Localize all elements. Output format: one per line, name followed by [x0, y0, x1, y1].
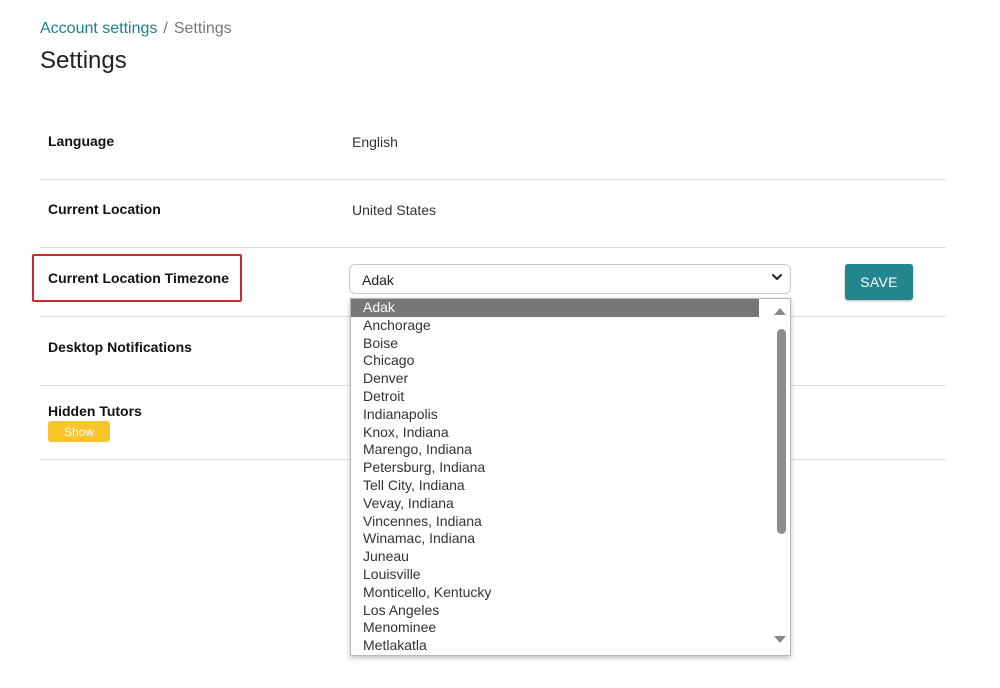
timezone-option[interactable]: Monticello, Kentucky [351, 584, 759, 602]
timezone-option[interactable]: Detroit [351, 388, 759, 406]
timezone-option[interactable]: Juneau [351, 548, 759, 566]
highlight-box [32, 254, 242, 302]
timezone-option[interactable]: Knox, Indiana [351, 424, 759, 442]
timezone-option[interactable]: Menominee [351, 619, 759, 637]
desktop-notifications-label: Desktop Notifications [48, 339, 192, 355]
language-label: Language [48, 133, 115, 149]
timezone-option[interactable]: Vevay, Indiana [351, 495, 759, 513]
current-location-value: United States [352, 202, 437, 218]
chevron-down-icon [772, 274, 782, 280]
timezone-option[interactable]: Boise [351, 335, 759, 353]
current-location-row: Current Location United States [40, 180, 946, 248]
timezone-option[interactable]: Vincennes, Indiana [351, 513, 759, 531]
page-title: Settings [40, 47, 127, 74]
timezone-options: Adak Anchorage Boise Chicago Denver Detroit In… [351, 299, 790, 655]
breadcrumb: Account settings / Settings [40, 20, 232, 38]
timezone-option[interactable]: Los Angeles [351, 602, 759, 620]
scroll-down-arrow-icon[interactable] [774, 636, 786, 643]
timezone-select-value: Adak [362, 272, 394, 288]
timezone-option[interactable]: Anchorage [351, 317, 759, 335]
breadcrumb-current: Settings [173, 20, 232, 37]
scroll-up-arrow-icon[interactable] [774, 308, 786, 315]
timezone-option[interactable]: Louisville [351, 566, 759, 584]
timezone-option[interactable]: Denver [351, 370, 759, 388]
timezone-select[interactable]: Adak [349, 264, 791, 294]
timezone-dropdown-list[interactable]: Adak Anchorage Boise Chicago Denver Detroit In… [350, 298, 791, 656]
timezone-option[interactable]: Metlakatla [351, 637, 759, 655]
save-button[interactable]: SAVE [845, 264, 913, 300]
dropdown-scrollbar[interactable] [772, 299, 790, 655]
language-row: Language English [40, 112, 946, 180]
timezone-option[interactable]: Winamac, Indiana [351, 530, 759, 548]
language-value: English [352, 134, 398, 150]
timezone-option[interactable]: Petersburg, Indiana [351, 459, 759, 477]
timezone-option[interactable]: Adak [351, 299, 759, 317]
breadcrumb-separator: / [163, 20, 168, 37]
timezone-option[interactable]: Indianapolis [351, 406, 759, 424]
current-location-label: Current Location [48, 201, 161, 217]
breadcrumb-account-settings-link[interactable]: Account settings [40, 20, 157, 37]
timezone-option[interactable]: Chicago [351, 352, 759, 370]
show-hidden-tutors-button[interactable]: Show [48, 421, 110, 442]
timezone-option[interactable]: Tell City, Indiana [351, 477, 759, 495]
timezone-option[interactable]: Marengo, Indiana [351, 441, 759, 459]
scrollbar-thumb[interactable] [777, 329, 786, 534]
hidden-tutors-label: Hidden Tutors [48, 403, 142, 419]
